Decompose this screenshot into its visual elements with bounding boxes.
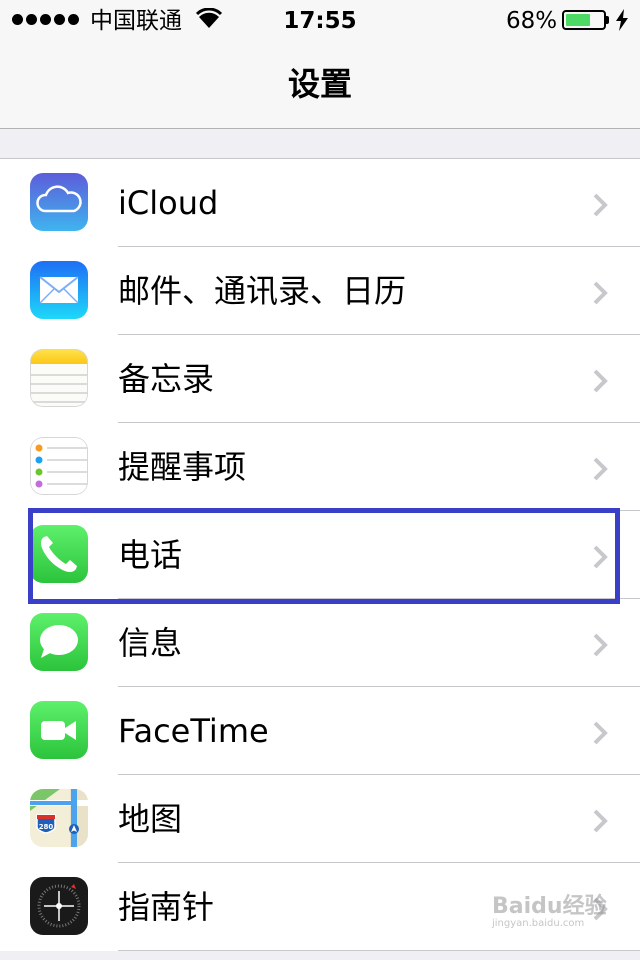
facetime-icon [30, 701, 88, 759]
chevron-right-icon [592, 809, 608, 837]
settings-row-label: FaceTime [118, 712, 269, 750]
highlight-box [28, 508, 620, 604]
battery-percent: 68% [506, 8, 558, 34]
settings-row-notes[interactable]: 备忘录 [0, 335, 640, 423]
settings-row-mail-contacts-calendars[interactable]: 邮件、通讯录、日历 [0, 247, 640, 335]
chevron-right-icon [592, 721, 608, 749]
watermark-subtext: jingyan.baidu.com [492, 918, 585, 929]
settings-row-facetime[interactable]: FaceTime [0, 687, 640, 775]
settings-row-label: iCloud [118, 184, 219, 222]
charging-bolt-icon [615, 9, 629, 35]
notes-icon [30, 349, 88, 407]
page-title: 设置 [287, 65, 352, 103]
chevron-right-icon [592, 457, 608, 485]
chevron-right-icon [592, 369, 608, 397]
row-separator [118, 950, 640, 951]
settings-row-reminders[interactable]: 提醒事项 [0, 423, 640, 511]
map-shield-number: 280 [39, 823, 54, 831]
settings-row-label: 邮件、通讯录、日历 [118, 272, 407, 310]
reminders-icon [30, 437, 88, 495]
settings-row-maps[interactable]: 280 地图 [0, 775, 640, 863]
settings-row-label: 提醒事项 [118, 448, 247, 486]
chevron-right-icon [592, 281, 608, 309]
settings-row-label: 地图 [118, 800, 183, 838]
settings-row-icloud[interactable]: iCloud [0, 159, 640, 247]
status-bar: 中国联通 17:55 68% [0, 0, 640, 40]
icloud-icon [30, 173, 88, 231]
mail-icon [30, 261, 88, 319]
messages-icon [30, 613, 88, 671]
maps-icon: 280 [30, 789, 88, 847]
chevron-right-icon [592, 633, 608, 661]
battery-icon [562, 10, 606, 30]
chevron-right-icon [592, 193, 608, 221]
watermark: Baidu经验 jingyan.baidu.com [492, 888, 607, 929]
battery-tip [606, 16, 609, 24]
compass-icon [30, 877, 88, 935]
navigation-bar: 设置 [0, 40, 640, 129]
settings-row-label: 指南针 [118, 888, 215, 926]
settings-row-messages[interactable]: 信息 [0, 599, 640, 687]
settings-row-label: 信息 [118, 624, 183, 662]
watermark-text: Baidu经验 [492, 894, 607, 919]
settings-row-label: 备忘录 [118, 360, 215, 398]
battery-level-fill [566, 14, 591, 26]
